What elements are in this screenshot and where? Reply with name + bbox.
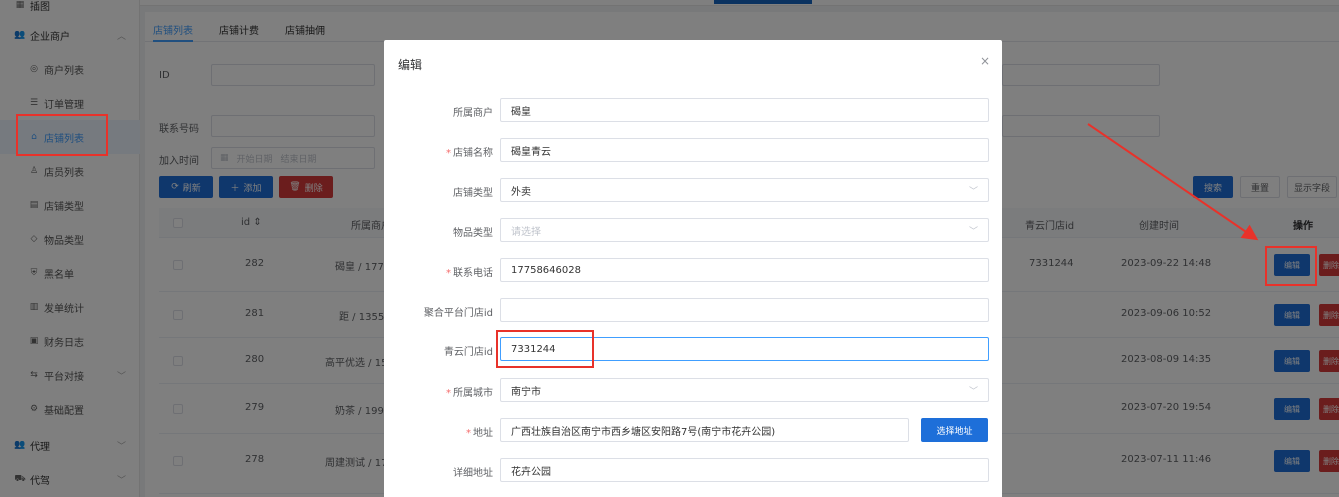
annotation-arrow bbox=[1087, 123, 1259, 241]
